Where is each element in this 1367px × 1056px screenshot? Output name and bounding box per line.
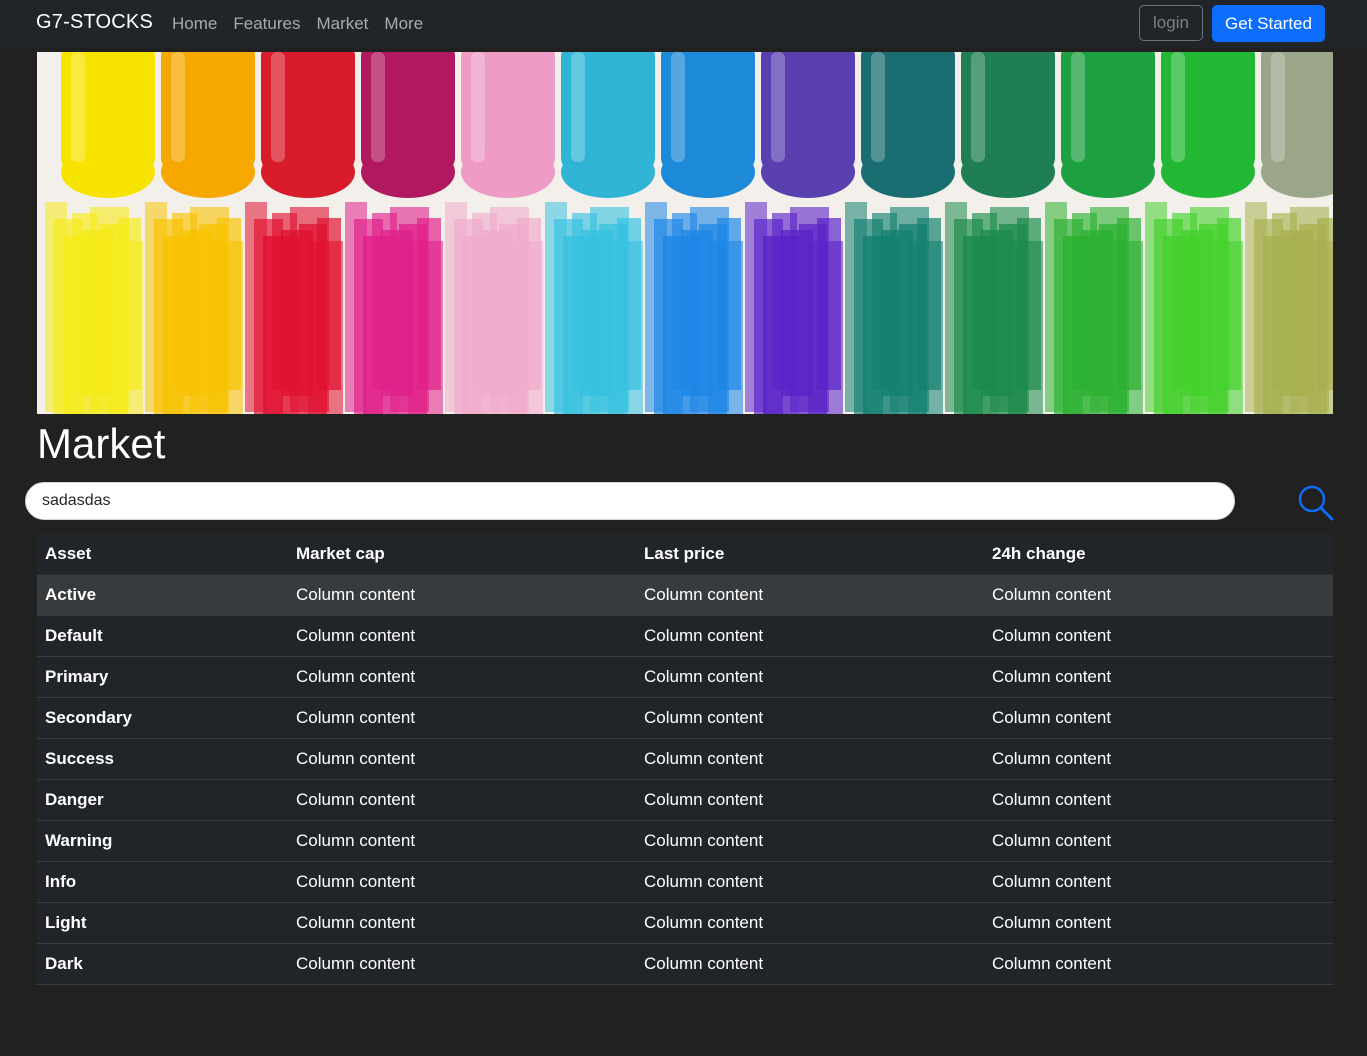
- table-cell: Column content: [984, 943, 1333, 985]
- row-asset-name: Warning: [37, 820, 288, 862]
- search-icon[interactable]: [1297, 484, 1335, 522]
- table-row[interactable]: Default Column content Column content Colum…: [37, 615, 1333, 657]
- hero-pastels-illustration: [37, 52, 1333, 414]
- page-title: Market: [37, 420, 166, 467]
- table-cell: Column content: [636, 861, 984, 903]
- login-button[interactable]: login: [1139, 5, 1203, 41]
- table-cell: Column content: [288, 615, 636, 657]
- table-row[interactable]: Success Column content Column content Colum…: [37, 738, 1333, 780]
- row-asset-name: Info: [37, 861, 288, 903]
- table-header-row: Asset Market cap Last price 24h change: [37, 534, 1333, 575]
- table-cell: Column content: [288, 697, 636, 739]
- nav-link-market[interactable]: Market: [308, 14, 376, 34]
- hero-image: [37, 52, 1333, 414]
- table-cell: Column content: [636, 574, 984, 616]
- table-cell: Column content: [984, 697, 1333, 739]
- column-header-market-cap[interactable]: Market cap: [288, 534, 636, 575]
- column-header-24h-change[interactable]: 24h change: [984, 534, 1333, 575]
- table-cell: Column content: [984, 779, 1333, 821]
- row-asset-name: Primary: [37, 656, 288, 698]
- table-cell: Column content: [288, 861, 636, 903]
- table-cell: Column content: [288, 902, 636, 944]
- row-asset-name: Secondary: [37, 697, 288, 739]
- table-row[interactable]: Danger Column content Column content Column…: [37, 779, 1333, 821]
- table-cell: Column content: [636, 943, 984, 985]
- table-cell: Column content: [636, 656, 984, 698]
- nav-link-more[interactable]: More: [376, 14, 431, 34]
- table-row[interactable]: Warning Column content Column content Colum…: [37, 820, 1333, 862]
- table-cell: Column content: [984, 656, 1333, 698]
- column-header-last-price[interactable]: Last price: [636, 534, 984, 575]
- table-row[interactable]: Light Column content Column content Column …: [37, 902, 1333, 944]
- row-asset-name: Default: [37, 615, 288, 657]
- table-row[interactable]: Secondary Column content Column content Col…: [37, 697, 1333, 739]
- table-cell: Column content: [288, 820, 636, 862]
- row-asset-name: Dark: [37, 943, 288, 985]
- row-asset-name: Success: [37, 738, 288, 780]
- table-cell: Column content: [984, 574, 1333, 616]
- nav-link-home[interactable]: Home: [164, 14, 225, 34]
- table-cell: Column content: [636, 820, 984, 862]
- table-cell: Column content: [636, 902, 984, 944]
- table-cell: Column content: [984, 615, 1333, 657]
- table-row[interactable]: Primary Column content Column content Colum…: [37, 656, 1333, 698]
- table-cell: Column content: [984, 820, 1333, 862]
- row-asset-name: Light: [37, 902, 288, 944]
- table-cell: Column content: [288, 574, 636, 616]
- row-asset-name: Danger: [37, 779, 288, 821]
- column-header-asset[interactable]: Asset: [37, 534, 288, 575]
- table-cell: Column content: [636, 615, 984, 657]
- table-cell: Column content: [288, 656, 636, 698]
- table-cell: Column content: [984, 738, 1333, 780]
- search-input[interactable]: [25, 482, 1235, 520]
- table-body: Active Column content Column content Column…: [37, 574, 1333, 985]
- table-row[interactable]: Dark Column content Column content Column c…: [37, 943, 1333, 985]
- table-cell: Column content: [288, 738, 636, 780]
- market-table: Asset Market cap Last price 24h change A…: [37, 534, 1333, 985]
- table-cell: Column content: [288, 779, 636, 821]
- table-cell: Column content: [636, 779, 984, 821]
- brand-logo[interactable]: G7-STOCKS: [36, 11, 153, 34]
- navbar: G7-STOCKS Home Features Market More logi…: [0, 0, 1367, 48]
- table-cell: Column content: [984, 861, 1333, 903]
- table-row[interactable]: Active Column content Column content Column…: [37, 574, 1333, 616]
- row-asset-name: Active: [37, 574, 288, 616]
- nav-links: Home Features Market More: [164, 14, 431, 34]
- table-cell: Column content: [984, 902, 1333, 944]
- get-started-button[interactable]: Get Started: [1212, 5, 1325, 42]
- table-row[interactable]: Info Column content Column content Column c…: [37, 861, 1333, 903]
- nav-link-features[interactable]: Features: [225, 14, 308, 34]
- table-cell: Column content: [636, 738, 984, 780]
- table-cell: Column content: [636, 697, 984, 739]
- table-cell: Column content: [288, 943, 636, 985]
